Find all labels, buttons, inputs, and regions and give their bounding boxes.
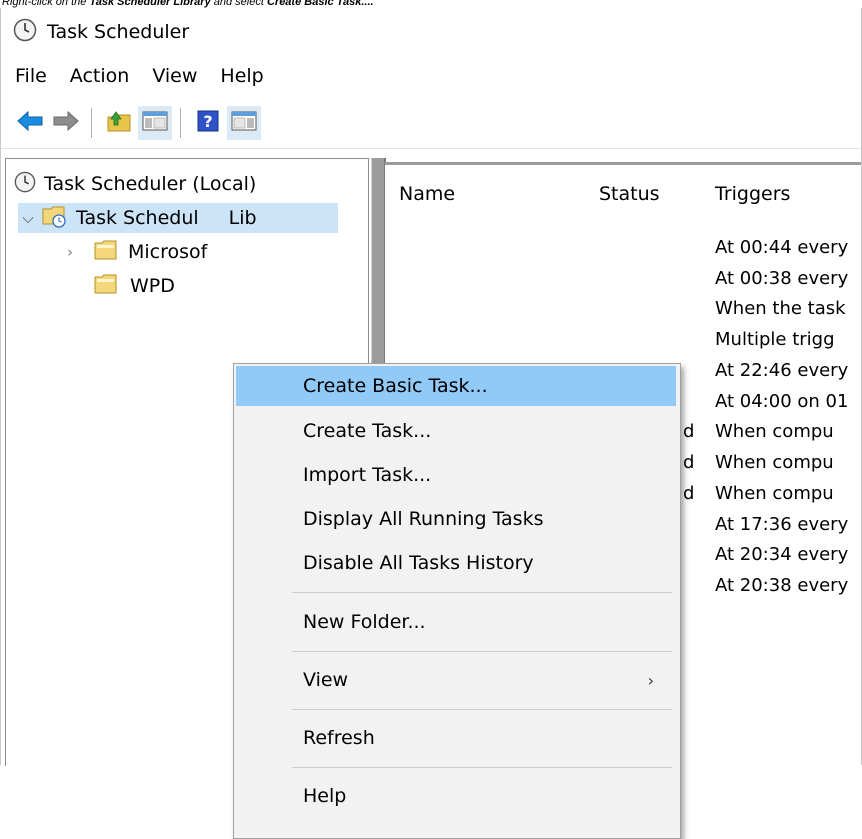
menu-action[interactable]: Action — [56, 65, 139, 87]
content-area: Task Scheduler (Local) ⌵ Task Schedul Lib… — [1, 148, 861, 839]
instruction-caption: Right-click on the Task Scheduler Librar… — [2, 0, 374, 8]
menu-item-label: View — [303, 669, 349, 691]
trigger-cell: At 00:38 every — [715, 268, 849, 289]
menu-separator — [292, 767, 672, 768]
menu-item-label: Create Basic Task... — [303, 375, 488, 397]
menu-separator — [292, 592, 672, 593]
menu-item-refresh[interactable]: Refresh — [236, 718, 676, 758]
menu-item-display-all-running-tasks[interactable]: Display All Running Tasks — [236, 499, 676, 539]
chevron-right-icon[interactable]: › — [60, 243, 80, 261]
task-scheduler-window: Task Scheduler File Action View Help ? T… — [0, 8, 862, 839]
menu-item-new-folder[interactable]: New Folder... — [236, 602, 676, 642]
show-hide-action-pane-icon — [231, 110, 257, 136]
folder-up-icon — [106, 109, 132, 137]
back-button[interactable] — [13, 106, 47, 140]
trigger-cell: When compu — [715, 421, 834, 442]
help-button[interactable]: ? — [191, 106, 225, 140]
window-title: Task Scheduler — [47, 21, 190, 43]
column-header-triggers[interactable]: Triggers — [715, 183, 790, 205]
context-menu: Create Basic Task... Create Task... Impo… — [233, 363, 681, 839]
menu-item-view[interactable]: View › — [236, 660, 676, 700]
svg-text:?: ? — [203, 112, 212, 131]
up-one-level-button[interactable] — [102, 106, 136, 140]
chevron-down-icon[interactable]: ⌵ — [18, 209, 38, 227]
menu-file[interactable]: File — [1, 65, 56, 87]
tree-root-label: Task Scheduler (Local) — [44, 173, 257, 195]
clock-icon — [14, 171, 36, 198]
menu-item-label: Create Task... — [303, 420, 432, 442]
tree-item-wpd[interactable]: WPD — [94, 271, 175, 301]
trigger-cell: Multiple trigg — [715, 329, 835, 350]
menu-view[interactable]: View — [138, 65, 206, 87]
status-cell: d — [683, 421, 695, 442]
task-scheduler-clock-icon — [13, 18, 37, 46]
status-cell: d — [683, 452, 695, 473]
toolbar-separator-2 — [180, 108, 181, 138]
tree-item-task-scheduler-library[interactable]: ⌵ Task Schedul Lib — [18, 203, 338, 233]
tree-wpd-label: WPD — [130, 275, 175, 297]
menu-item-label: Import Task... — [303, 464, 432, 486]
title-bar: Task Scheduler — [1, 8, 861, 56]
menu-item-help[interactable]: Help — [236, 776, 676, 816]
menu-item-create-basic-task[interactable]: Create Basic Task... — [236, 366, 676, 406]
menu-item-create-task[interactable]: Create Task... — [236, 411, 676, 451]
menu-item-label: Disable All Tasks History — [303, 552, 534, 574]
trigger-cell: At 20:38 every — [715, 575, 849, 596]
menu-help[interactable]: Help — [206, 65, 272, 87]
column-header-status[interactable]: Status — [599, 183, 660, 205]
show-hide-console-tree-button[interactable] — [138, 106, 172, 140]
help-icon: ? — [196, 109, 220, 137]
menu-item-import-task[interactable]: Import Task... — [236, 455, 676, 495]
tree-microsoft-label: Microsof — [128, 241, 208, 263]
folder-icon — [94, 274, 118, 299]
trigger-cell: At 00:44 every — [715, 237, 849, 258]
toolbar: ? — [1, 98, 861, 149]
tree-item-microsoft[interactable]: › Microsof — [60, 237, 207, 267]
list-header: Name Status Triggers — [385, 165, 861, 213]
menu-item-label: Display All Running Tasks — [303, 508, 544, 530]
trigger-cell: At 22:46 every — [715, 360, 849, 381]
menu-bar: File Action View Help — [1, 56, 861, 96]
back-arrow-icon — [16, 110, 44, 136]
menu-item-label: New Folder... — [303, 611, 426, 633]
menu-item-label: Refresh — [303, 727, 375, 749]
forward-button[interactable] — [49, 106, 83, 140]
tree-library-label-tail: Lib — [228, 207, 257, 229]
folder-clock-icon — [42, 204, 68, 233]
trigger-cell: When compu — [715, 483, 834, 504]
status-cell: d — [683, 483, 695, 504]
show-hide-console-tree-icon — [142, 110, 168, 136]
submenu-arrow-icon: › — [647, 670, 654, 690]
menu-item-disable-all-tasks-history[interactable]: Disable All Tasks History — [236, 543, 676, 583]
menu-separator — [292, 709, 672, 710]
menu-separator — [292, 651, 672, 652]
trigger-cell: When compu — [715, 452, 834, 473]
trigger-cell: At 17:36 every — [715, 514, 849, 535]
folder-icon — [94, 240, 118, 265]
tree-library-label: Task Schedul — [76, 207, 199, 229]
trigger-cell: At 04:00 on 01 — [715, 391, 849, 412]
toolbar-separator — [91, 108, 92, 138]
trigger-cell: At 20:34 every — [715, 544, 849, 565]
column-header-name[interactable]: Name — [399, 183, 455, 205]
tree-item-root[interactable]: Task Scheduler (Local) — [14, 169, 256, 199]
forward-arrow-icon — [52, 110, 80, 136]
show-hide-action-pane-button[interactable] — [227, 106, 261, 140]
menu-item-label: Help — [303, 785, 347, 807]
trigger-cell: When the task — [715, 298, 846, 319]
